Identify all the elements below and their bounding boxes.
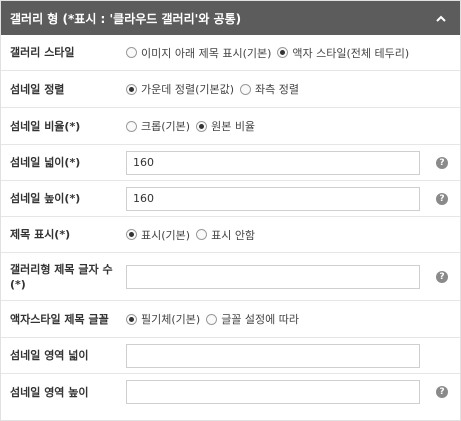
panel-title: 갤러리 형 (*표시 : '클라우드 갤러리'와 공통): [10, 11, 242, 26]
panel-header[interactable]: 갤러리 형 (*표시 : '클라우드 갤러리'와 공통): [1, 1, 460, 35]
radio-button[interactable]: [196, 229, 208, 240]
thumbnail-area-width-label: 섬네일 영역 넓이: [10, 349, 89, 362]
radio-button[interactable]: [126, 47, 137, 58]
font-option-handwriting[interactable]: 필기체(기본): [126, 311, 200, 327]
gallery-style-option-below-title[interactable]: 이미지 아래 제목 표시(기본): [126, 45, 271, 61]
chevron-up-icon[interactable]: [434, 11, 448, 25]
row-gallery-style: 갤러리 스타일 이미지 아래 제목 표시(기본) 액자 스타일(전체 테두리): [1, 35, 460, 71]
radio-button[interactable]: [240, 83, 252, 95]
align-option-left[interactable]: 좌측 정렬: [240, 81, 299, 97]
ratio-option-original[interactable]: 원본 비율: [196, 118, 255, 134]
title-display-option-hide[interactable]: 표시 안함: [196, 227, 255, 243]
radio-button-selected[interactable]: [126, 229, 137, 240]
help-icon[interactable]: ?: [436, 192, 448, 205]
row-thumbnail-align: 섬네일 정렬 가운데 정렬(기본값) 좌측 정렬: [1, 71, 460, 108]
title-display-label: 제목 표시(*): [10, 228, 71, 241]
thumbnail-area-height-label: 섬네일 영역 높이: [10, 385, 89, 399]
ratio-option-crop[interactable]: 크롭(기본): [126, 118, 190, 134]
radio-button[interactable]: [206, 313, 218, 325]
radio-button-selected[interactable]: [196, 120, 208, 132]
radio-button-selected[interactable]: [126, 313, 137, 325]
thumbnail-height-label: 섬네일 높이(*): [10, 192, 81, 205]
thumbnail-width-input[interactable]: [126, 150, 420, 175]
help-icon[interactable]: ?: [436, 386, 448, 398]
row-thumbnail-area-width: 섬네일 영역 넓이: [1, 338, 460, 374]
radio-button-selected[interactable]: [277, 47, 289, 58]
radio-button[interactable]: [126, 120, 137, 132]
radio-button-selected[interactable]: [126, 83, 137, 95]
gallery-settings-panel: 갤러리 형 (*표시 : '클라우드 갤러리'와 공통) 갤러리 스타일 이미지…: [0, 0, 461, 421]
thumbnail-area-width-input[interactable]: [126, 343, 420, 368]
align-option-center[interactable]: 가운데 정렬(기본값): [126, 81, 234, 97]
thumbnail-width-label: 섬네일 넓이(*): [10, 156, 81, 169]
thumbnail-ratio-label: 섬네일 비율(*): [10, 119, 81, 133]
help-icon[interactable]: ?: [436, 156, 448, 169]
title-char-count-input[interactable]: [126, 264, 420, 289]
row-thumbnail-area-height: 섬네일 영역 높이 ?: [1, 374, 460, 410]
row-title-display: 제목 표시(*) 표시(기본) 표시 안함: [1, 217, 460, 253]
gallery-style-option-frame[interactable]: 액자 스타일(전체 테두리): [277, 45, 409, 61]
gallery-style-label: 갤러리 스타일: [10, 46, 75, 59]
row-frame-title-font: 액자스타일 제목 글꼴 필기체(기본) 글꼴 설정에 따라: [1, 301, 460, 338]
row-title-char-count: 갤러리형 제목 글자 수(*) ?: [1, 253, 460, 301]
title-display-option-show[interactable]: 표시(기본): [126, 227, 190, 243]
frame-title-font-label: 액자스타일 제목 글꼴: [10, 312, 109, 326]
font-option-by-setting[interactable]: 글꼴 설정에 따라: [206, 311, 299, 327]
row-thumbnail-ratio: 섬네일 비율(*) 크롭(기본) 원본 비율: [1, 108, 460, 145]
row-thumbnail-width: 섬네일 넓이(*) ?: [1, 145, 460, 181]
thumbnail-area-height-input[interactable]: [126, 380, 420, 404]
title-char-count-label: 갤러리형 제목 글자 수(*): [10, 262, 113, 291]
thumbnail-height-input[interactable]: [126, 186, 420, 211]
row-thumbnail-height: 섬네일 높이(*) ?: [1, 181, 460, 217]
help-icon[interactable]: ?: [436, 270, 448, 283]
thumbnail-align-label: 섬네일 정렬: [10, 82, 65, 96]
